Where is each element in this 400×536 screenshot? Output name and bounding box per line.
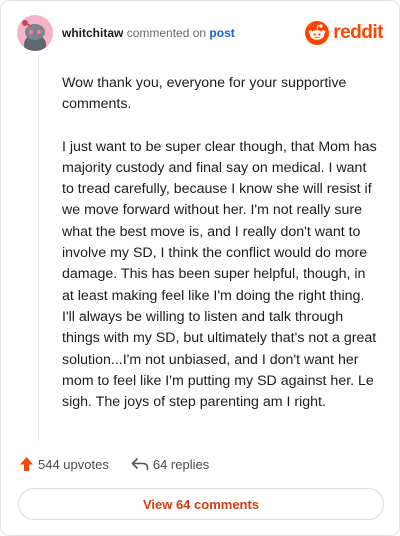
comment-card: whitchitaw commented on post reddit Wow … [0,0,400,536]
view-comments-button[interactable]: View 64 comments [18,488,384,520]
comment-attribution: whitchitaw commented on post [62,26,235,40]
user-avatar[interactable] [17,15,53,51]
thread-line[interactable] [38,57,39,441]
reply-arrow-icon[interactable] [131,457,149,471]
comment-body: Wow thank you, everyone for your support… [62,73,380,434]
reddit-snoo-icon [305,21,330,45]
comment-paragraph: Wow thank you, everyone for your support… [62,75,347,113]
post-link[interactable]: post [209,26,234,40]
username[interactable]: whitchitaw [62,26,123,40]
upvote-arrow-icon[interactable] [19,456,34,472]
reply-count[interactable]: 64 replies [131,457,209,472]
upvote-count[interactable]: 544 upvotes [19,456,109,472]
comment-header: whitchitaw commented on post reddit [17,15,383,51]
comment-paragraph: I just want to be super clear though, th… [62,138,377,411]
reddit-wordmark: reddit [333,22,383,43]
reddit-logo[interactable]: reddit [305,21,383,45]
snoo-avatar-icon [22,20,46,51]
replies-label: 64 replies [152,456,210,472]
comment-footer: 544 upvotes 64 replies [19,453,209,475]
upvotes-label: 544 upvotes [38,456,109,472]
action-text: commented on [126,26,207,40]
